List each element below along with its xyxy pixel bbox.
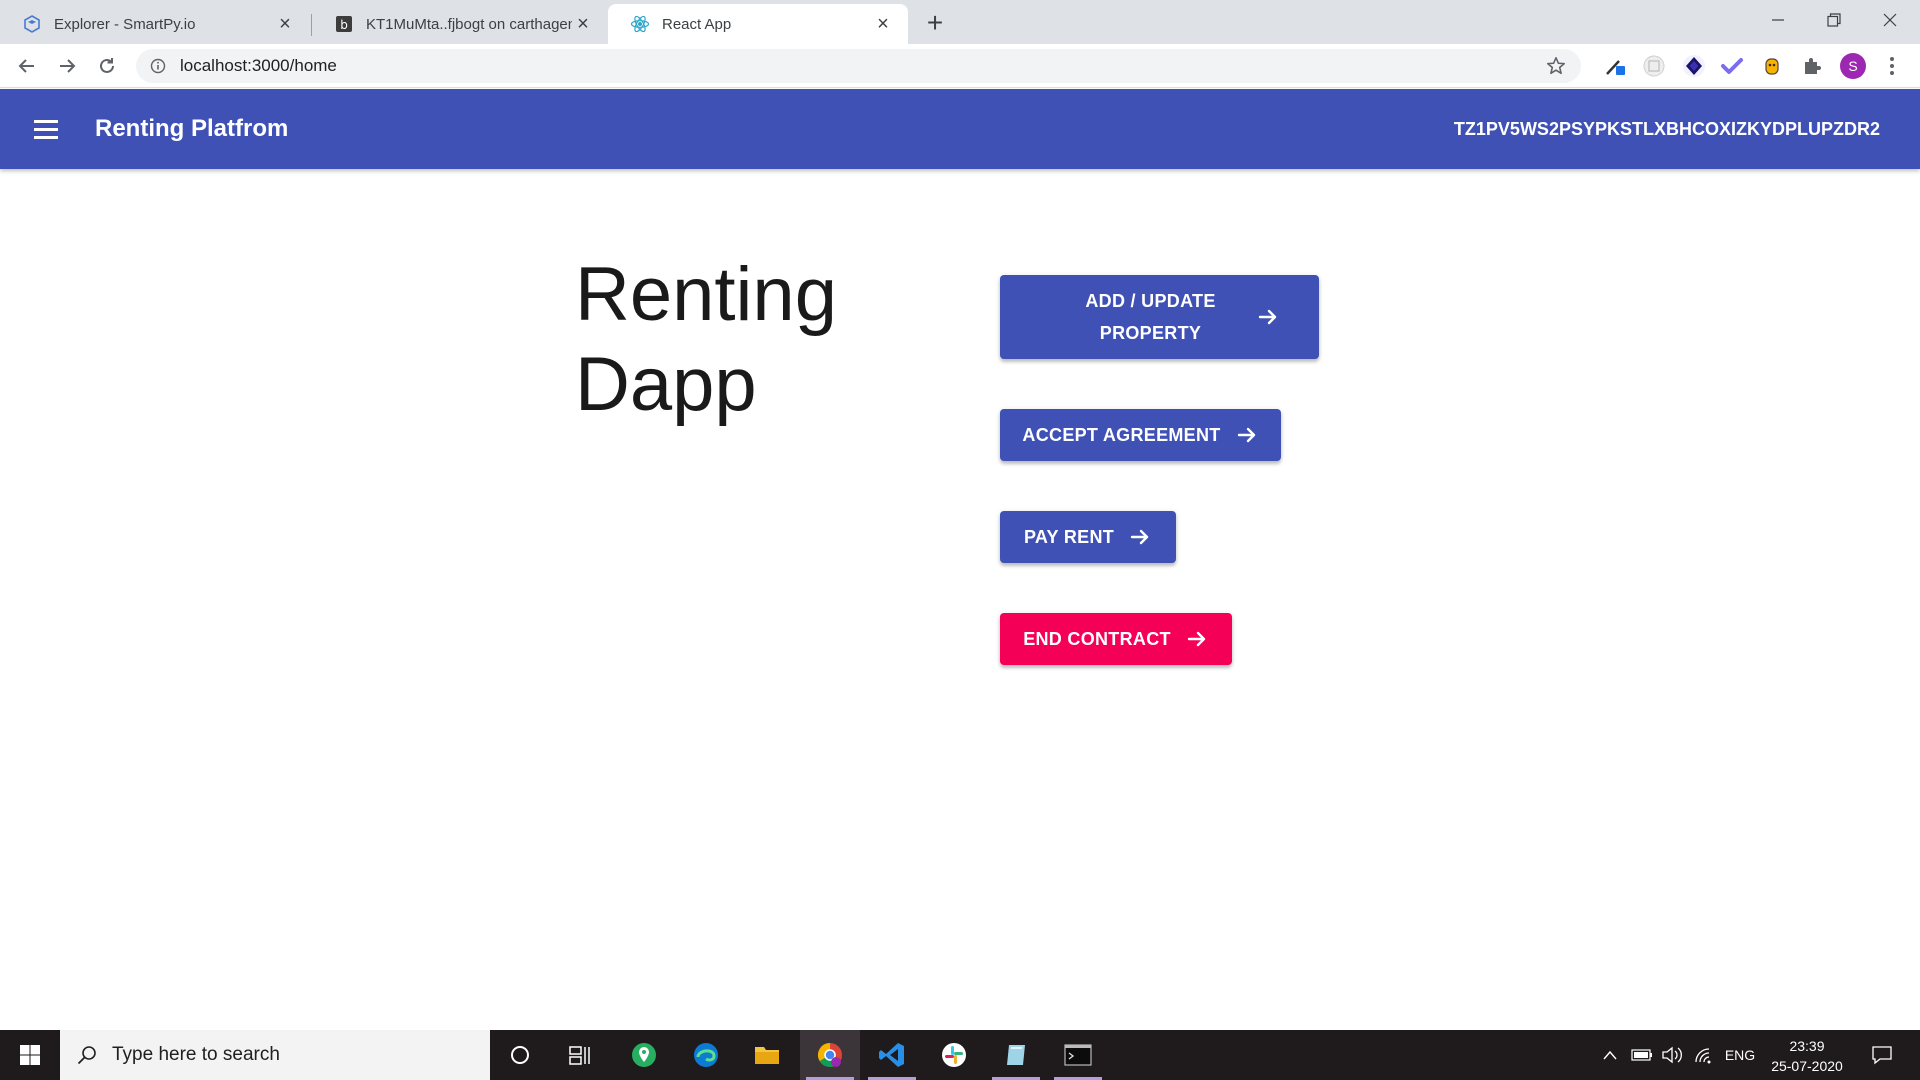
search-icon <box>77 1046 96 1065</box>
reload-button[interactable] <box>91 50 123 82</box>
tab-title: KT1MuMta..fjbogt on carthagenet <box>366 15 572 33</box>
windows-logo-icon <box>20 1045 40 1065</box>
restore-button[interactable] <box>1806 0 1862 40</box>
vscode-icon[interactable] <box>862 1030 922 1080</box>
forward-button[interactable] <box>51 50 83 82</box>
arrow-forward-icon <box>1187 631 1205 647</box>
start-button[interactable] <box>0 1030 60 1080</box>
add-update-property-button[interactable]: ADD / UPDATE PROPERTY <box>1000 275 1319 359</box>
browser-menu-icon[interactable] <box>1880 54 1904 78</box>
back-button[interactable] <box>11 50 43 82</box>
arrow-forward-icon <box>1258 309 1276 325</box>
extension-grid-icon[interactable] <box>1642 54 1666 78</box>
search-placeholder: Type here to search <box>112 1044 280 1065</box>
better-call-dev-icon: b <box>334 14 354 34</box>
language-indicator[interactable]: ENG <box>1720 1030 1760 1080</box>
arrow-forward-icon <box>1237 427 1255 443</box>
tab-react-app[interactable]: React App × <box>608 4 908 44</box>
minimize-button[interactable] <box>1750 0 1806 40</box>
back-arrow-icon <box>18 59 34 73</box>
new-tab-button[interactable]: + <box>920 7 950 38</box>
accept-agreement-button[interactable]: ACCEPT AGREEMENT <box>1000 409 1281 461</box>
volume-icon[interactable] <box>1658 1030 1686 1080</box>
maps-app-icon[interactable] <box>614 1030 674 1080</box>
hand-extension-icon[interactable] <box>1760 54 1784 78</box>
app-title: Renting Platfrom <box>95 115 289 142</box>
wallet-extension-icon[interactable] <box>1682 54 1706 78</box>
page-heading: Renting Dapp <box>575 250 875 430</box>
account-address: TZ1PV5WS2PSYPKSTLXBHCOXIZKYDPLUPZDR2 <box>1453 119 1880 139</box>
tab-title: React App <box>662 15 732 33</box>
show-hidden-icons-icon[interactable] <box>1598 1030 1622 1080</box>
task-view-icon[interactable] <box>550 1030 610 1080</box>
profile-avatar[interactable]: S <box>1840 53 1866 79</box>
tab-title: Explorer - SmartPy.io <box>54 15 196 33</box>
notification-icon[interactable] <box>1862 1030 1902 1080</box>
chrome-icon[interactable] <box>800 1030 860 1080</box>
app-bar: Renting Platfrom TZ1PV5WS2PSYPKSTLXBHCOX… <box>0 89 1920 169</box>
bookmark-star-icon[interactable] <box>1545 55 1567 77</box>
tab-smartpy[interactable]: Explorer - SmartPy.io × <box>0 4 310 44</box>
arrow-forward-icon <box>1130 529 1149 545</box>
notes-app-icon[interactable] <box>986 1030 1046 1080</box>
reload-icon <box>100 58 114 73</box>
cortana-icon[interactable] <box>490 1030 550 1080</box>
button-label: ACCEPT AGREEMENT <box>1022 425 1221 445</box>
svg-text:b: b <box>340 18 348 32</box>
button-label: PAY RENT <box>1023 527 1115 547</box>
taskbar-search-box[interactable]: Type here to search <box>60 1030 490 1080</box>
clock[interactable]: 23:39 25-07-2020 <box>1762 1036 1852 1076</box>
check-extension-icon[interactable] <box>1720 54 1744 78</box>
close-icon[interactable]: × <box>274 13 296 35</box>
close-icon[interactable]: × <box>872 13 894 35</box>
smartpy-icon <box>22 14 42 34</box>
forward-arrow-icon <box>60 59 76 73</box>
browser-toolbar: localhost:3000/home S <box>0 44 1920 88</box>
url-text[interactable]: localhost:3000/home <box>180 56 337 76</box>
heading-line-2: Dapp <box>575 342 757 427</box>
heading-line-1: Renting <box>575 252 837 337</box>
hamburger-menu-icon[interactable] <box>32 115 60 143</box>
button-label: END CONTRACT <box>1023 629 1171 649</box>
react-icon <box>630 14 650 34</box>
clock-time: 23:39 <box>1789 1038 1825 1054</box>
close-icon[interactable]: × <box>572 13 594 35</box>
info-icon[interactable] <box>150 58 166 74</box>
tab-better-call-dev[interactable]: b KT1MuMta..fjbogt on carthagenet × <box>312 4 608 44</box>
battery-icon[interactable] <box>1628 1030 1656 1080</box>
close-window-button[interactable] <box>1862 0 1918 40</box>
browser-tab-strip: Explorer - SmartPy.io × b KT1MuMta..fjbo… <box>0 0 1920 44</box>
windows-taskbar: Type here to search ENG 23:39 25-07-2020 <box>0 1030 1920 1080</box>
button-label: ADD / UPDATE PROPERTY <box>1085 291 1216 343</box>
eyedropper-extension-icon[interactable] <box>1603 54 1627 78</box>
end-contract-button[interactable]: END CONTRACT <box>1000 613 1232 665</box>
terminal-icon[interactable] <box>1048 1030 1108 1080</box>
edge-browser-icon[interactable] <box>676 1030 736 1080</box>
slack-icon[interactable] <box>924 1030 984 1080</box>
clock-date: 25-07-2020 <box>1771 1058 1843 1074</box>
pay-rent-button[interactable]: PAY RENT <box>1000 511 1176 563</box>
file-explorer-icon[interactable] <box>737 1030 797 1080</box>
extensions-puzzle-icon[interactable] <box>1800 54 1824 78</box>
address-bar[interactable]: localhost:3000/home <box>136 49 1581 83</box>
network-icon[interactable] <box>1690 1030 1718 1080</box>
